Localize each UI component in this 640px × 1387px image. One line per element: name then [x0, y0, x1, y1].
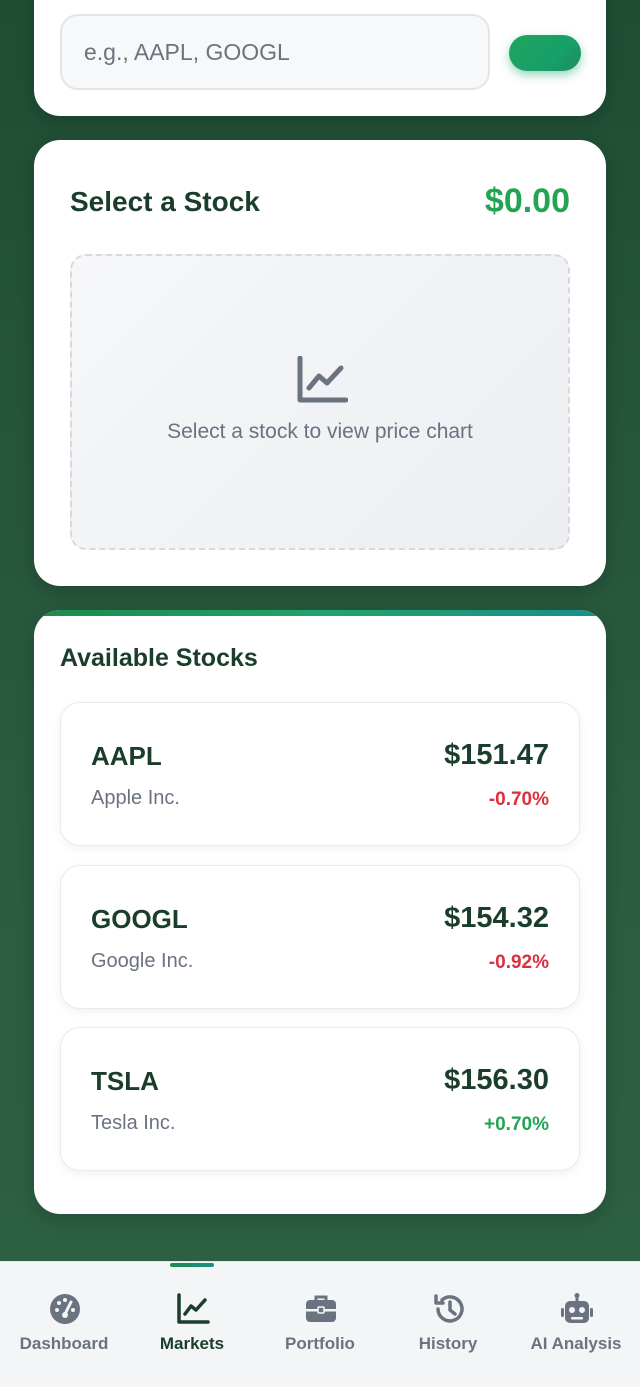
nav-item-dashboard[interactable]: Dashboard: [0, 1262, 128, 1387]
stock-price: $151.47: [444, 739, 549, 771]
robot-icon: [561, 1293, 593, 1323]
stock-change: -0.92%: [488, 952, 549, 973]
active-tab-indicator: [170, 1263, 214, 1267]
nav-label: AI Analysis: [530, 1334, 622, 1353]
nav-label: History: [418, 1334, 478, 1353]
gauge-icon: [50, 1294, 80, 1324]
nav-label: Markets: [159, 1334, 225, 1353]
search-button[interactable]: [509, 35, 581, 71]
card-accent-bar: [34, 610, 606, 616]
available-stocks-card: Available Stocks AAPL Apple Inc. $151.47…: [34, 610, 606, 1214]
stock-name: Tesla Inc.: [91, 1112, 176, 1134]
stock-item-googl[interactable]: GOOGL Google Inc. $154.32 -0.92%: [60, 865, 580, 1009]
stock-symbol: TSLA: [91, 1066, 159, 1096]
stock-symbol: AAPL: [91, 741, 162, 771]
chart-placeholder-text: Select a stock to view price chart: [167, 420, 473, 443]
bottom-navigation: Dashboard Markets Portfolio History AI A…: [0, 1261, 640, 1387]
available-stocks-title: Available Stocks: [60, 644, 258, 672]
briefcase-icon: [306, 1295, 336, 1322]
stock-change: +0.70%: [484, 1114, 549, 1135]
stock-search-input[interactable]: [60, 14, 490, 90]
stock-symbol: GOOGL: [91, 904, 188, 934]
nav-item-ai-analysis[interactable]: AI Analysis: [512, 1262, 640, 1387]
selected-stock-title: Select a Stock: [70, 186, 260, 217]
stock-item-aapl[interactable]: AAPL Apple Inc. $151.47 -0.70%: [60, 702, 580, 846]
selected-stock-price: $0.00: [484, 182, 570, 220]
stock-price: $156.30: [444, 1064, 549, 1096]
nav-label: Portfolio: [285, 1334, 355, 1353]
stock-price: $154.32: [444, 902, 549, 934]
line-chart-icon: [297, 356, 348, 403]
price-chart-card: Select a Stock $0.00 Select a stock to v…: [34, 140, 606, 586]
chart-placeholder-area: Select a stock to view price chart: [70, 254, 570, 550]
nav-label: Dashboard: [19, 1334, 109, 1353]
nav-item-history[interactable]: History: [384, 1262, 512, 1387]
history-icon: [434, 1294, 464, 1323]
stock-item-tsla[interactable]: TSLA Tesla Inc. $156.30 +0.70%: [60, 1027, 580, 1171]
line-chart-icon: [177, 1293, 210, 1324]
stock-name: Apple Inc.: [91, 787, 180, 809]
nav-item-markets[interactable]: Markets: [128, 1262, 256, 1387]
nav-item-portfolio[interactable]: Portfolio: [256, 1262, 384, 1387]
search-card: [34, 0, 606, 116]
stock-change: -0.70%: [488, 789, 549, 810]
stock-name: Google Inc.: [91, 950, 194, 972]
